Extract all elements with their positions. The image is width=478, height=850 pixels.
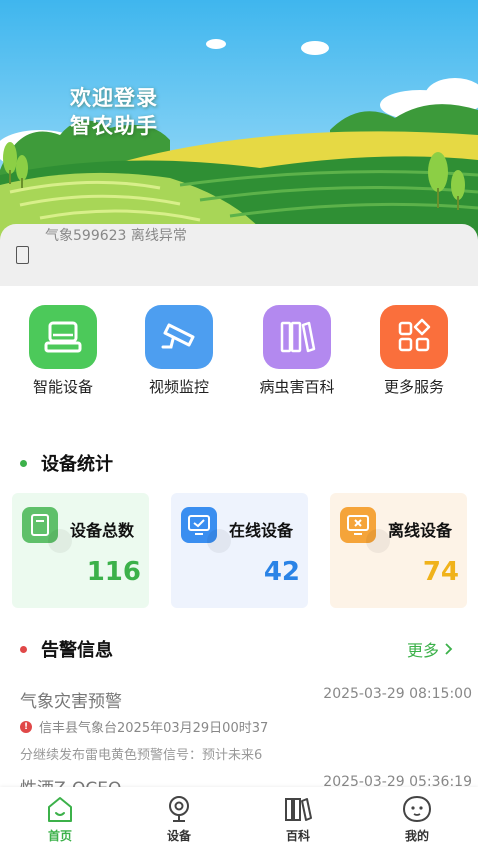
tab-home[interactable]: 首页 [20, 793, 100, 844]
alert-title: 气象灾害预警 [20, 692, 122, 712]
menu-label: 更多服务 [383, 378, 444, 396]
welcome-title: 欢迎登录 智农助手 [70, 84, 158, 140]
grid-icon [380, 305, 448, 369]
welcome-title-line2: 智农助手 [70, 113, 158, 138]
quick-menu: 智能设备 视频监控 病虫害百科 更多服务 [0, 305, 478, 405]
icon-glow [48, 529, 72, 553]
chevron-right-icon [445, 643, 453, 655]
device-stats-heading: 设备统计 [20, 450, 113, 476]
alert-description: 分继续发布雷电黄色预警信号：预计未来6 [20, 748, 263, 763]
bottom-tab-bar: 首页 设备 百科 我的 [0, 787, 478, 850]
warning-icon: ! [20, 720, 32, 733]
camera-icon [145, 305, 213, 369]
alert-time: 2025-03-29 05:36:19 [323, 774, 472, 788]
alert-title: 性酒Z-OCEO [20, 774, 121, 788]
menu-label: 视频监控 [148, 378, 209, 396]
stat-label: 在线设备 [229, 521, 294, 540]
alert-source: ! 信丰县气象台2025年03月29日00时37 [20, 717, 268, 736]
more-alerts-link[interactable]: 更多 [407, 637, 456, 661]
tab-device[interactable]: 设备 [139, 793, 219, 844]
tab-encyclopedia[interactable]: 百科 [258, 793, 338, 844]
alert-item[interactable]: 气象灾害预警 2025-03-29 08:15:00 ! 信丰县气象台2025年… [20, 686, 475, 767]
alert-time: 2025-03-29 08:15:00 [323, 686, 472, 702]
tab-label: 百科 [285, 829, 310, 843]
home-icon [48, 797, 72, 822]
stat-label: 离线设备 [388, 521, 453, 540]
alert-item[interactable]: 性酒Z-OCEO 2025-03-29 05:36:19 [20, 774, 475, 788]
menu-item-video-monitor[interactable]: 视频监控 [120, 305, 238, 397]
phone-icon [16, 246, 29, 264]
icon-glow [207, 529, 231, 553]
menu-item-smart-device[interactable]: 智能设备 [4, 305, 122, 397]
stat-card-total[interactable]: 设备总数 116 [12, 493, 149, 608]
section-dot [20, 459, 27, 467]
books-icon [285, 798, 312, 821]
device-stats-title: 设备统计 [41, 454, 113, 475]
tab-label: 设备 [166, 829, 191, 843]
more-label: 更多 [406, 641, 439, 660]
menu-label: 病虫害百科 [259, 378, 335, 396]
stat-card-online[interactable]: 在线设备 42 [171, 493, 308, 608]
station-status-text: 气象599623 离线异常 [45, 228, 187, 244]
alerts-title: 告警信息 [41, 640, 113, 661]
alerts-heading: 告警信息 [20, 636, 113, 662]
stat-value: 116 [86, 557, 141, 587]
stat-card-offline[interactable]: 离线设备 74 [330, 493, 467, 608]
icon-glow [366, 529, 390, 553]
menu-item-pest-encyclopedia[interactable]: 病虫害百科 [238, 305, 356, 397]
books-icon [263, 305, 331, 369]
menu-item-more-services[interactable]: 更多服务 [355, 305, 473, 397]
tab-label: 首页 [47, 829, 72, 843]
webcam-icon [169, 796, 189, 822]
stat-value: 42 [263, 557, 300, 587]
smiley-icon [402, 795, 432, 823]
stat-value: 74 [422, 557, 459, 587]
welcome-title-line1: 欢迎登录 [70, 85, 158, 110]
menu-label: 智能设备 [32, 378, 93, 396]
station-status-card[interactable]: 气象599623 离线异常 [0, 224, 478, 286]
device-icon [29, 305, 97, 369]
alert-source-text: 信丰县气象台2025年03月29日00时37 [39, 721, 269, 736]
stat-label: 设备总数 [70, 521, 135, 540]
tab-label: 我的 [404, 829, 429, 843]
section-dot [20, 645, 27, 653]
tab-profile[interactable]: 我的 [377, 793, 457, 844]
